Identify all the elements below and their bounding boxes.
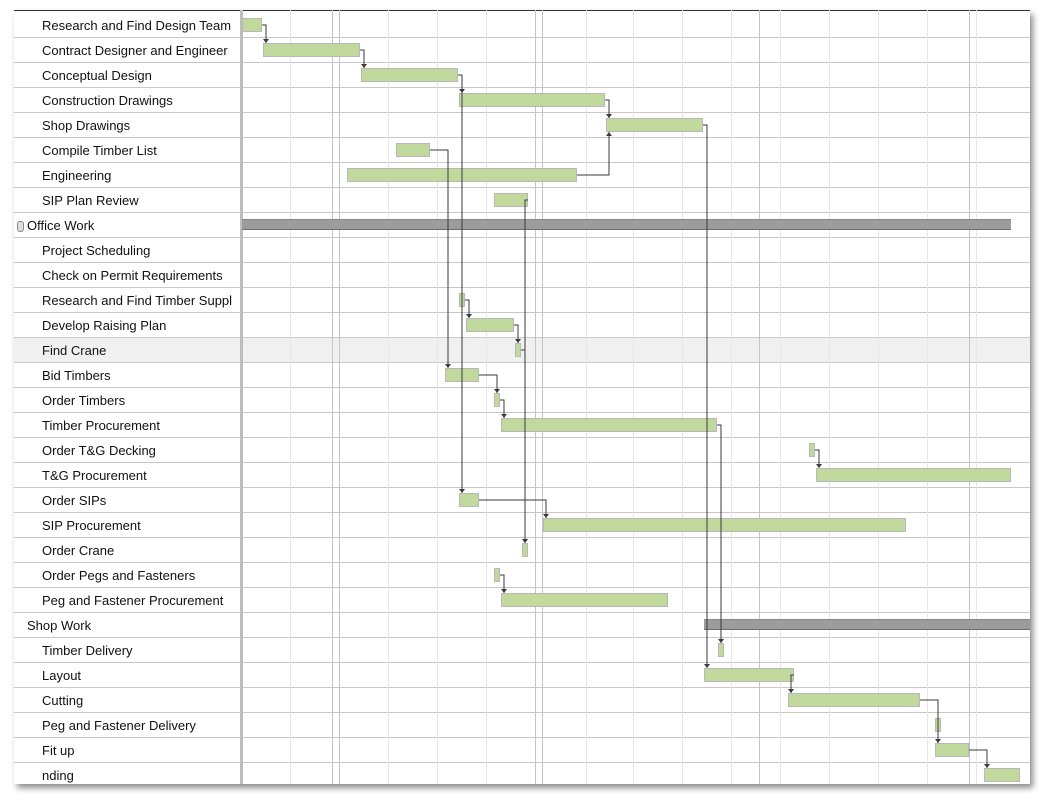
summary-bar[interactable] [242,219,1011,230]
task-name: Order Pegs and Fasteners [42,568,196,583]
gridline [586,10,587,784]
task-bar[interactable] [459,93,605,107]
task-bar[interactable] [396,143,430,157]
task-name: Research and Find Design Team [42,18,232,33]
task-name: SIP Plan Review [42,193,139,208]
task-bar[interactable] [816,468,1011,482]
task-bar[interactable] [494,193,528,207]
task-bar[interactable] [466,318,514,332]
task-bar[interactable] [347,168,577,182]
gridline-major [339,10,340,784]
gridline-major [969,10,970,784]
task-bar[interactable] [263,43,360,57]
task-bar[interactable] [718,643,724,657]
task-name: Compile Timber List [42,143,157,158]
task-name: Develop Raising Plan [42,318,167,333]
summary-bar[interactable] [704,619,1030,630]
task-name: Order T&G Decking [42,443,156,458]
task-name: Order Crane [42,543,115,558]
gridline [437,10,438,784]
task-name: Office Work [27,218,95,233]
task-bar[interactable] [809,443,815,457]
task-bar[interactable] [501,593,668,607]
task-name: Check on Permit Requirements [42,268,223,283]
task-name: Fit up [42,743,75,758]
task-name: Layout [42,668,82,683]
task-bar[interactable] [242,18,262,32]
task-bar[interactable] [522,543,528,557]
task-name: Shop Work [27,618,92,633]
task-name: Conceptual Design [42,68,152,83]
collapse-toggle-icon[interactable] [17,221,24,232]
task-name: Order Timbers [42,393,126,408]
task-name: Construction Drawings [42,93,173,108]
task-name: Timber Procurement [42,418,160,433]
task-bar[interactable] [501,418,717,432]
task-bar[interactable] [543,518,906,532]
gridline-major [542,10,543,784]
task-name: Project Scheduling [42,243,151,258]
task-name: nding [42,768,74,783]
task-bar[interactable] [494,393,500,407]
task-bar[interactable] [445,368,479,382]
task-name: Peg and Fastener Procurement [42,593,224,608]
task-bar[interactable] [459,293,465,307]
task-bar[interactable] [984,768,1020,782]
task-name: T&G Procurement [42,468,147,483]
gantt-view: Research and Find Design Team Contract De… [14,10,1030,784]
task-bar[interactable] [935,718,941,732]
task-name: Cutting [42,693,84,708]
task-name: SIP Procurement [42,518,141,533]
task-name: Shop Drawings [42,118,131,133]
task-bar[interactable] [935,743,969,757]
task-bar[interactable] [704,668,794,682]
gridline [290,10,291,784]
task-name: Bid Timbers [42,368,111,383]
gridline-major [332,10,333,784]
gridline [976,10,977,784]
gridline [927,10,928,784]
task-bar[interactable] [494,568,500,582]
task-bar[interactable] [788,693,920,707]
task-name: Timber Delivery [42,643,133,658]
gridline [878,10,879,784]
task-bar[interactable] [515,343,521,357]
task-name: Find Crane [42,343,107,358]
gridline-major [535,10,536,784]
gridline [388,10,389,784]
gantt-chart-area [242,10,1030,784]
task-name: Peg and Fastener Delivery [42,718,196,733]
task-bar[interactable] [606,118,703,132]
task-name: Research and Find Timber Suppl [42,293,233,308]
task-bar[interactable] [361,68,458,82]
gridline [829,10,830,784]
task-name: Engineering [42,168,112,183]
task-bar[interactable] [459,493,479,507]
task-name: Order SIPs [42,493,107,508]
task-name: Contract Designer and Engineer [42,43,228,58]
gridline [486,10,487,784]
